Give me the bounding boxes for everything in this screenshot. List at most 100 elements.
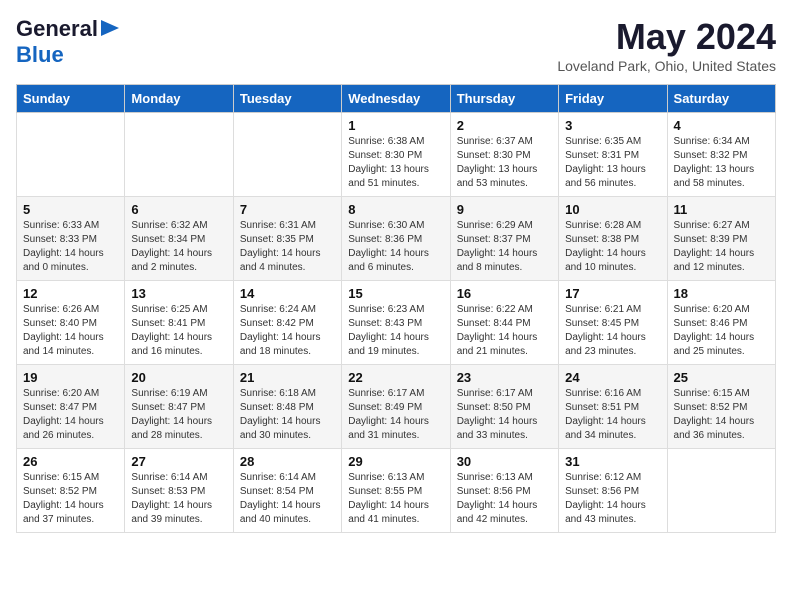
calendar-cell: 11 Sunrise: 6:27 AMSunset: 8:39 PMDayligh… bbox=[667, 197, 775, 281]
day-number: 21 bbox=[240, 370, 335, 385]
calendar-cell: 17 Sunrise: 6:21 AMSunset: 8:45 PMDayligh… bbox=[559, 281, 667, 365]
title-block: May 2024 Loveland Park, Ohio, United Sta… bbox=[557, 16, 776, 74]
cell-info: Sunrise: 6:18 AMSunset: 8:48 PMDaylight:… bbox=[240, 387, 335, 443]
day-number: 6 bbox=[131, 202, 226, 217]
day-number: 25 bbox=[674, 370, 769, 385]
calendar-cell: 27Sunrise: 6:14 AMSunset: 8:53 PMDayligh… bbox=[125, 449, 233, 533]
cell-info: Sunrise: 6:14 AMSunset: 8:54 PMDaylight:… bbox=[240, 471, 335, 527]
day-number: 16 bbox=[457, 286, 552, 301]
column-header-friday: Friday bbox=[559, 85, 667, 113]
cell-info: Sunrise: 6:22 AMSunset: 8:44 PMDaylight:… bbox=[457, 303, 552, 359]
cell-info: Sunrise: 6:32 AMSunset: 8:34 PMDaylight:… bbox=[131, 219, 226, 275]
cell-info: Sunrise: 6:31 AMSunset: 8:35 PMDaylight:… bbox=[240, 219, 335, 275]
calendar-cell: 19 Sunrise: 6:20 AMSunset: 8:47 PMDayligh… bbox=[17, 365, 125, 449]
cell-info: Sunrise: 6:38 AMSunset: 8:30 PMDaylight:… bbox=[348, 135, 443, 191]
cell-info: Sunrise: 6:19 AMSunset: 8:47 PMDaylight:… bbox=[131, 387, 226, 443]
calendar-cell: 10 Sunrise: 6:28 AMSunset: 8:38 PMDayligh… bbox=[559, 197, 667, 281]
calendar-cell: 4 Sunrise: 6:34 AMSunset: 8:32 PMDaylight… bbox=[667, 113, 775, 197]
column-header-wednesday: Wednesday bbox=[342, 85, 450, 113]
week-row-1: 1 Sunrise: 6:38 AMSunset: 8:30 PMDaylight… bbox=[17, 113, 776, 197]
calendar-table: SundayMondayTuesdayWednesdayThursdayFrid… bbox=[16, 84, 776, 533]
calendar-cell: 20 Sunrise: 6:19 AMSunset: 8:47 PMDayligh… bbox=[125, 365, 233, 449]
calendar-cell: 14 Sunrise: 6:24 AMSunset: 8:42 PMDayligh… bbox=[233, 281, 341, 365]
calendar-cell: 30Sunrise: 6:13 AMSunset: 8:56 PMDayligh… bbox=[450, 449, 558, 533]
day-number: 14 bbox=[240, 286, 335, 301]
cell-info: Sunrise: 6:13 AMSunset: 8:56 PMDaylight:… bbox=[457, 471, 552, 527]
cell-info: Sunrise: 6:12 AMSunset: 8:56 PMDaylight:… bbox=[565, 471, 660, 527]
cell-info: Sunrise: 6:28 AMSunset: 8:38 PMDaylight:… bbox=[565, 219, 660, 275]
cell-info: Sunrise: 6:33 AMSunset: 8:33 PMDaylight:… bbox=[23, 219, 118, 275]
cell-info: Sunrise: 6:23 AMSunset: 8:43 PMDaylight:… bbox=[348, 303, 443, 359]
day-number: 5 bbox=[23, 202, 118, 217]
logo: General Blue bbox=[16, 16, 119, 68]
calendar-cell: 13Sunrise: 6:25 AMSunset: 8:41 PMDayligh… bbox=[125, 281, 233, 365]
cell-info: Sunrise: 6:24 AMSunset: 8:42 PMDaylight:… bbox=[240, 303, 335, 359]
calendar-cell: 1 Sunrise: 6:38 AMSunset: 8:30 PMDaylight… bbox=[342, 113, 450, 197]
cell-info: Sunrise: 6:21 AMSunset: 8:45 PMDaylight:… bbox=[565, 303, 660, 359]
day-number: 31 bbox=[565, 454, 660, 469]
day-number: 1 bbox=[348, 118, 443, 133]
cell-info: Sunrise: 6:27 AMSunset: 8:39 PMDaylight:… bbox=[674, 219, 769, 275]
calendar-cell: 7 Sunrise: 6:31 AMSunset: 8:35 PMDaylight… bbox=[233, 197, 341, 281]
day-number: 28 bbox=[240, 454, 335, 469]
logo-general: General bbox=[16, 16, 98, 42]
day-number: 27 bbox=[131, 454, 226, 469]
calendar-cell: 31 Sunrise: 6:12 AMSunset: 8:56 PMDayligh… bbox=[559, 449, 667, 533]
cell-info: Sunrise: 6:17 AMSunset: 8:50 PMDaylight:… bbox=[457, 387, 552, 443]
day-number: 17 bbox=[565, 286, 660, 301]
calendar-cell: 29 Sunrise: 6:13 AMSunset: 8:55 PMDayligh… bbox=[342, 449, 450, 533]
cell-info: Sunrise: 6:17 AMSunset: 8:49 PMDaylight:… bbox=[348, 387, 443, 443]
cell-info: Sunrise: 6:15 AMSunset: 8:52 PMDaylight:… bbox=[23, 471, 118, 527]
cell-info: Sunrise: 6:26 AMSunset: 8:40 PMDaylight:… bbox=[23, 303, 118, 359]
cell-info: Sunrise: 6:15 AMSunset: 8:52 PMDaylight:… bbox=[674, 387, 769, 443]
month-title: May 2024 bbox=[557, 16, 776, 58]
day-number: 24 bbox=[565, 370, 660, 385]
day-number: 4 bbox=[674, 118, 769, 133]
location: Loveland Park, Ohio, United States bbox=[557, 58, 776, 74]
day-number: 19 bbox=[23, 370, 118, 385]
calendar-cell bbox=[125, 113, 233, 197]
week-row-2: 5 Sunrise: 6:33 AMSunset: 8:33 PMDaylight… bbox=[17, 197, 776, 281]
cell-info: Sunrise: 6:25 AMSunset: 8:41 PMDaylight:… bbox=[131, 303, 226, 359]
calendar-cell: 21 Sunrise: 6:18 AMSunset: 8:48 PMDayligh… bbox=[233, 365, 341, 449]
cell-info: Sunrise: 6:34 AMSunset: 8:32 PMDaylight:… bbox=[674, 135, 769, 191]
day-number: 8 bbox=[348, 202, 443, 217]
week-row-4: 19 Sunrise: 6:20 AMSunset: 8:47 PMDayligh… bbox=[17, 365, 776, 449]
cell-info: Sunrise: 6:13 AMSunset: 8:55 PMDaylight:… bbox=[348, 471, 443, 527]
day-number: 2 bbox=[457, 118, 552, 133]
header-row: SundayMondayTuesdayWednesdayThursdayFrid… bbox=[17, 85, 776, 113]
logo-arrow-icon bbox=[101, 20, 119, 41]
day-number: 23 bbox=[457, 370, 552, 385]
calendar-cell: 24 Sunrise: 6:16 AMSunset: 8:51 PMDayligh… bbox=[559, 365, 667, 449]
cell-info: Sunrise: 6:30 AMSunset: 8:36 PMDaylight:… bbox=[348, 219, 443, 275]
cell-info: Sunrise: 6:20 AMSunset: 8:47 PMDaylight:… bbox=[23, 387, 118, 443]
day-number: 15 bbox=[348, 286, 443, 301]
day-number: 22 bbox=[348, 370, 443, 385]
calendar-cell bbox=[233, 113, 341, 197]
column-header-thursday: Thursday bbox=[450, 85, 558, 113]
calendar-cell: 3Sunrise: 6:35 AMSunset: 8:31 PMDaylight… bbox=[559, 113, 667, 197]
day-number: 11 bbox=[674, 202, 769, 217]
calendar-cell: 6 Sunrise: 6:32 AMSunset: 8:34 PMDaylight… bbox=[125, 197, 233, 281]
calendar-cell: 25 Sunrise: 6:15 AMSunset: 8:52 PMDayligh… bbox=[667, 365, 775, 449]
day-number: 20 bbox=[131, 370, 226, 385]
day-number: 10 bbox=[565, 202, 660, 217]
day-number: 29 bbox=[348, 454, 443, 469]
column-header-saturday: Saturday bbox=[667, 85, 775, 113]
day-number: 18 bbox=[674, 286, 769, 301]
page-header: General Blue May 2024 Loveland Park, Ohi… bbox=[16, 16, 776, 74]
calendar-cell: 5 Sunrise: 6:33 AMSunset: 8:33 PMDaylight… bbox=[17, 197, 125, 281]
calendar-cell: 18 Sunrise: 6:20 AMSunset: 8:46 PMDayligh… bbox=[667, 281, 775, 365]
calendar-cell: 8 Sunrise: 6:30 AMSunset: 8:36 PMDaylight… bbox=[342, 197, 450, 281]
cell-info: Sunrise: 6:16 AMSunset: 8:51 PMDaylight:… bbox=[565, 387, 660, 443]
day-number: 26 bbox=[23, 454, 118, 469]
day-number: 7 bbox=[240, 202, 335, 217]
calendar-cell bbox=[667, 449, 775, 533]
calendar-cell: 28 Sunrise: 6:14 AMSunset: 8:54 PMDayligh… bbox=[233, 449, 341, 533]
column-header-sunday: Sunday bbox=[17, 85, 125, 113]
cell-info: Sunrise: 6:20 AMSunset: 8:46 PMDaylight:… bbox=[674, 303, 769, 359]
cell-info: Sunrise: 6:37 AMSunset: 8:30 PMDaylight:… bbox=[457, 135, 552, 191]
calendar-cell: 23 Sunrise: 6:17 AMSunset: 8:50 PMDayligh… bbox=[450, 365, 558, 449]
week-row-5: 26 Sunrise: 6:15 AMSunset: 8:52 PMDayligh… bbox=[17, 449, 776, 533]
day-number: 9 bbox=[457, 202, 552, 217]
